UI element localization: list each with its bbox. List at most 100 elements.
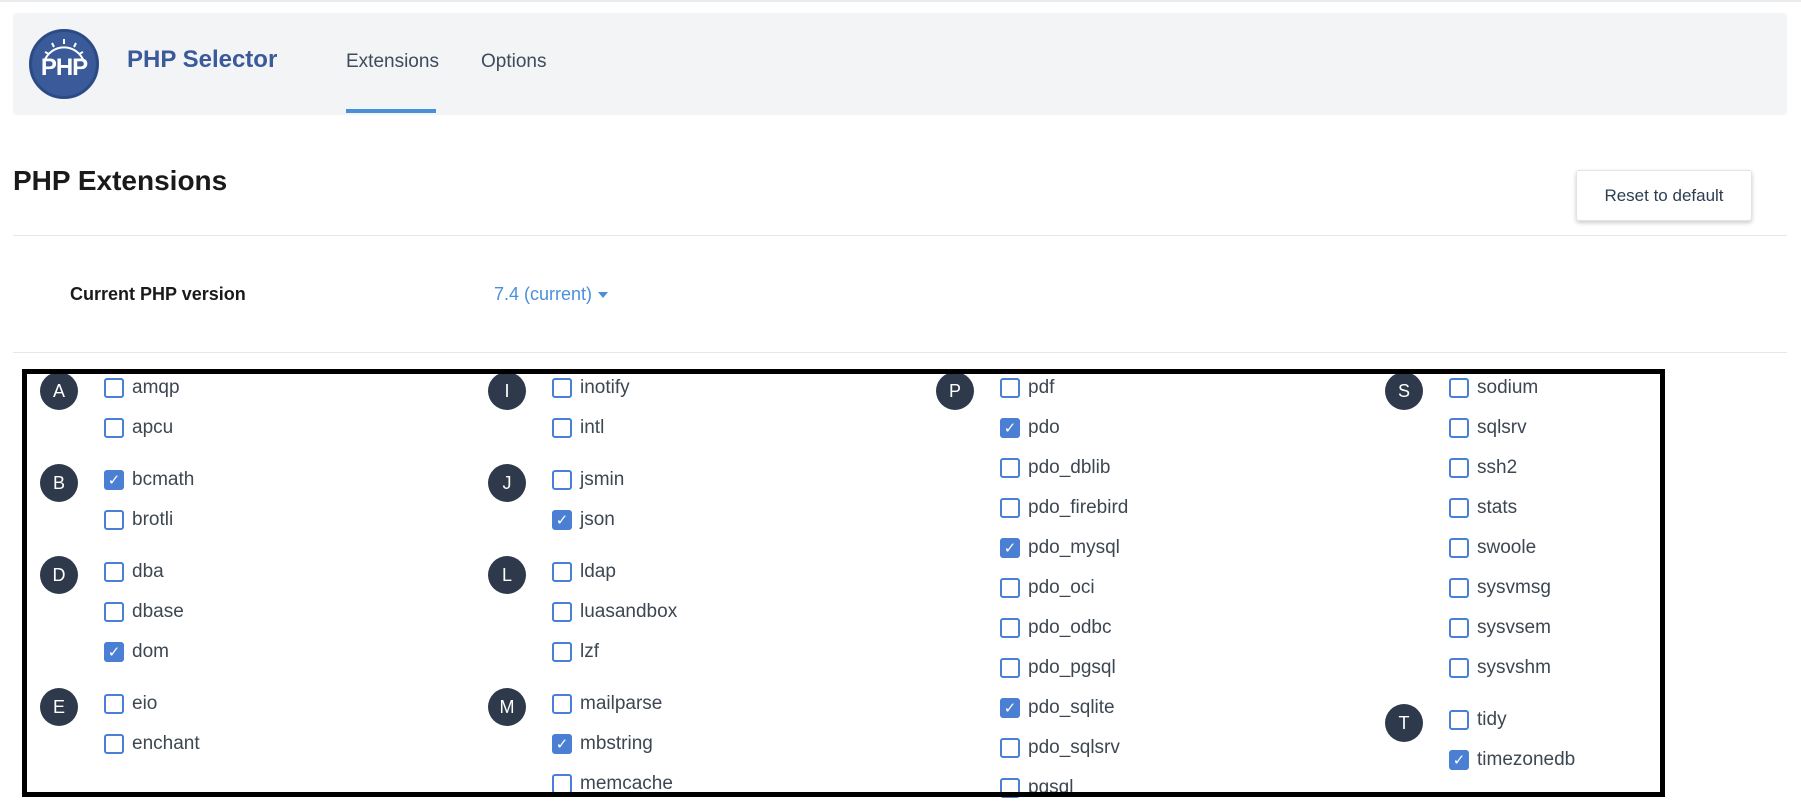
extension-label[interactable]: swoole (1477, 537, 1536, 559)
extension-label[interactable]: pdo_sqlite (1028, 697, 1115, 719)
extension-checkbox[interactable]: ✓ (1000, 578, 1020, 598)
extension-checkbox[interactable]: ✓ (1449, 418, 1469, 438)
extension-label[interactable]: pdo_oci (1028, 577, 1095, 599)
extension-checkbox[interactable]: ✓ (552, 378, 572, 398)
extension-label[interactable]: amqp (132, 377, 180, 399)
extension-item: ✓ pdo_mysql (1000, 528, 1128, 568)
extension-item: ✓ jsmin (552, 460, 624, 500)
extension-checkbox[interactable]: ✓ (104, 602, 124, 622)
php-version-dropdown[interactable]: 7.4 (current) (494, 284, 609, 305)
extension-checkbox[interactable]: ✓ (552, 470, 572, 490)
extension-label[interactable]: pgsql (1028, 777, 1073, 799)
extension-label[interactable]: memcache (580, 773, 673, 795)
extension-item: ✓ dbase (104, 592, 184, 632)
extension-label[interactable]: apcu (132, 417, 173, 439)
checkmark-icon: ✓ (107, 642, 121, 661)
extension-checkbox[interactable]: ✓ (552, 562, 572, 582)
extension-checkbox[interactable]: ✓ (104, 418, 124, 438)
extension-checkbox[interactable]: ✓ (1000, 778, 1020, 798)
extension-label[interactable]: luasandbox (580, 601, 677, 623)
extension-checkbox[interactable]: ✓ (1449, 458, 1469, 478)
extension-label[interactable]: dbase (132, 601, 184, 623)
extension-item: ✓ eio (104, 684, 200, 724)
extension-item: ✓ amqp (104, 368, 180, 408)
extension-label[interactable]: lzf (580, 641, 599, 663)
extension-checkbox[interactable]: ✓ (1000, 658, 1020, 678)
extension-checkbox[interactable]: ✓ (104, 378, 124, 398)
tab-extensions[interactable]: Extensions (346, 51, 439, 73)
extension-label[interactable]: dba (132, 561, 164, 583)
extension-item: ✓ brotli (104, 500, 194, 540)
extension-item: ✓ sodium (1449, 368, 1551, 408)
tab-options[interactable]: Options (481, 51, 546, 73)
extension-label[interactable]: ldap (580, 561, 616, 583)
extension-checkbox[interactable]: ✓ (1000, 698, 1020, 718)
extension-label[interactable]: pdo_mysql (1028, 537, 1120, 559)
extension-checkbox[interactable]: ✓ (1449, 658, 1469, 678)
extension-checkbox[interactable]: ✓ (552, 642, 572, 662)
extension-label[interactable]: sqlsrv (1477, 417, 1527, 439)
extension-label[interactable]: json (580, 509, 615, 531)
extension-checkbox[interactable]: ✓ (1449, 538, 1469, 558)
extension-checkbox[interactable]: ✓ (1449, 710, 1469, 730)
extension-checkbox[interactable]: ✓ (104, 510, 124, 530)
extension-label[interactable]: pdo_firebird (1028, 497, 1128, 519)
extension-checkbox[interactable]: ✓ (552, 734, 572, 754)
extension-checkbox[interactable]: ✓ (1000, 418, 1020, 438)
extension-label[interactable]: timezonedb (1477, 749, 1575, 771)
extension-label[interactable]: brotli (132, 509, 173, 531)
extension-checkbox[interactable]: ✓ (1000, 538, 1020, 558)
extension-item: ✓ pgsql (1000, 768, 1128, 808)
extension-label[interactable]: sodium (1477, 377, 1538, 399)
extension-checkbox[interactable]: ✓ (1000, 618, 1020, 638)
extension-label[interactable]: jsmin (580, 469, 624, 491)
extension-checkbox[interactable]: ✓ (104, 734, 124, 754)
extension-label[interactable]: stats (1477, 497, 1517, 519)
extension-checkbox[interactable]: ✓ (1449, 378, 1469, 398)
extension-label[interactable]: pdo_odbc (1028, 617, 1111, 639)
extension-label[interactable]: inotify (580, 377, 630, 399)
extension-checkbox[interactable]: ✓ (552, 774, 572, 794)
extension-checkbox[interactable]: ✓ (1449, 618, 1469, 638)
extension-checkbox[interactable]: ✓ (1000, 378, 1020, 398)
extension-checkbox[interactable]: ✓ (1449, 750, 1469, 770)
extension-label[interactable]: mbstring (580, 733, 653, 755)
extension-label[interactable]: ssh2 (1477, 457, 1517, 479)
extension-checkbox[interactable]: ✓ (552, 510, 572, 530)
extension-label[interactable]: sysvsem (1477, 617, 1551, 639)
extension-checkbox[interactable]: ✓ (1000, 738, 1020, 758)
extension-group: L ✓ ldap ✓ luasandbox ✓ lzf (488, 552, 928, 672)
extension-checkbox[interactable]: ✓ (104, 694, 124, 714)
extension-label[interactable]: pdo_pgsql (1028, 657, 1116, 679)
extension-label[interactable]: enchant (132, 733, 200, 755)
extension-checkbox[interactable]: ✓ (1449, 498, 1469, 518)
extension-label[interactable]: pdo_sqlsrv (1028, 737, 1120, 759)
extension-label[interactable]: pdo (1028, 417, 1060, 439)
extension-item: ✓ pdo_sqlite (1000, 688, 1128, 728)
extension-group: D ✓ dba ✓ dbase ✓ dom (40, 552, 480, 672)
extension-checkbox[interactable]: ✓ (552, 694, 572, 714)
extension-label[interactable]: mailparse (580, 693, 662, 715)
extension-checkbox[interactable]: ✓ (1449, 578, 1469, 598)
extension-label[interactable]: eio (132, 693, 157, 715)
extension-label[interactable]: tidy (1477, 709, 1507, 731)
php-logo: PHP (29, 29, 99, 99)
extension-label[interactable]: dom (132, 641, 169, 663)
extension-checkbox[interactable]: ✓ (104, 562, 124, 582)
extension-checkbox[interactable]: ✓ (1000, 458, 1020, 478)
extension-label[interactable]: bcmath (132, 469, 194, 491)
reset-to-default-button[interactable]: Reset to default (1576, 170, 1752, 221)
extension-label[interactable]: pdo_dblib (1028, 457, 1110, 479)
extension-checkbox[interactable]: ✓ (552, 602, 572, 622)
checkmark-icon: ✓ (1452, 750, 1466, 769)
extension-label[interactable]: pdf (1028, 377, 1054, 399)
extension-checkbox[interactable]: ✓ (104, 470, 124, 490)
extension-label[interactable]: sysvmsg (1477, 577, 1551, 599)
extension-list: ✓ eio ✓ enchant (104, 684, 200, 764)
extension-checkbox[interactable]: ✓ (104, 642, 124, 662)
extension-checkbox[interactable]: ✓ (552, 418, 572, 438)
extension-label[interactable]: sysvshm (1477, 657, 1551, 679)
extension-item: ✓ pdf (1000, 368, 1128, 408)
extension-checkbox[interactable]: ✓ (1000, 498, 1020, 518)
extension-label[interactable]: intl (580, 417, 604, 439)
